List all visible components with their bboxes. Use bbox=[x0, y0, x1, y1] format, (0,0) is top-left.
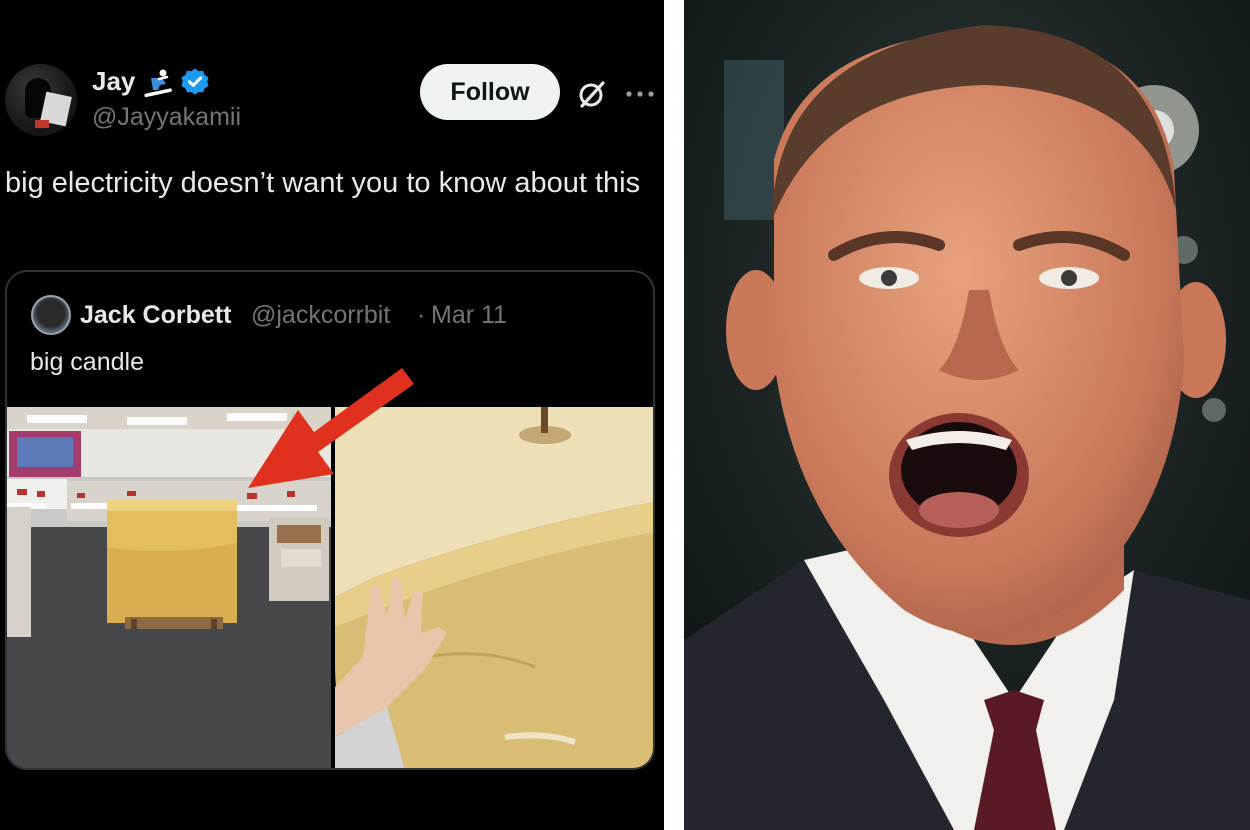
tweet-panel: Jay @Jayyakamii Follow big electricity d… bbox=[0, 0, 664, 830]
quoted-author-name[interactable]: Jack Corbett bbox=[80, 299, 231, 331]
author-avatar[interactable] bbox=[5, 64, 77, 136]
shocked-man-photo[interactable] bbox=[684, 0, 1250, 830]
author-name[interactable]: Jay bbox=[92, 66, 135, 96]
quoted-tweet-card[interactable]: Jack Corbett @jackcorrbit · Mar 11 big c… bbox=[5, 270, 655, 770]
verified-badge-icon bbox=[181, 68, 209, 95]
tweet-text: big electricity doesn’t want you to know… bbox=[5, 167, 641, 199]
author-handle[interactable]: @Jayyakamii bbox=[92, 102, 241, 132]
quoted-separator: · bbox=[417, 301, 426, 329]
grok-icon[interactable] bbox=[576, 78, 608, 110]
quoted-author-avatar[interactable] bbox=[31, 295, 71, 335]
image-divider bbox=[664, 0, 684, 830]
quoted-tweet-text: big candle bbox=[30, 348, 144, 376]
follow-button[interactable]: Follow bbox=[420, 64, 560, 120]
skier-icon bbox=[144, 69, 172, 98]
quoted-date[interactable]: Mar 11 bbox=[431, 299, 507, 331]
quoted-author-handle[interactable]: @jackcorrbit bbox=[251, 299, 390, 331]
more-options-icon[interactable] bbox=[624, 80, 656, 108]
red-arrow-icon bbox=[248, 368, 414, 488]
